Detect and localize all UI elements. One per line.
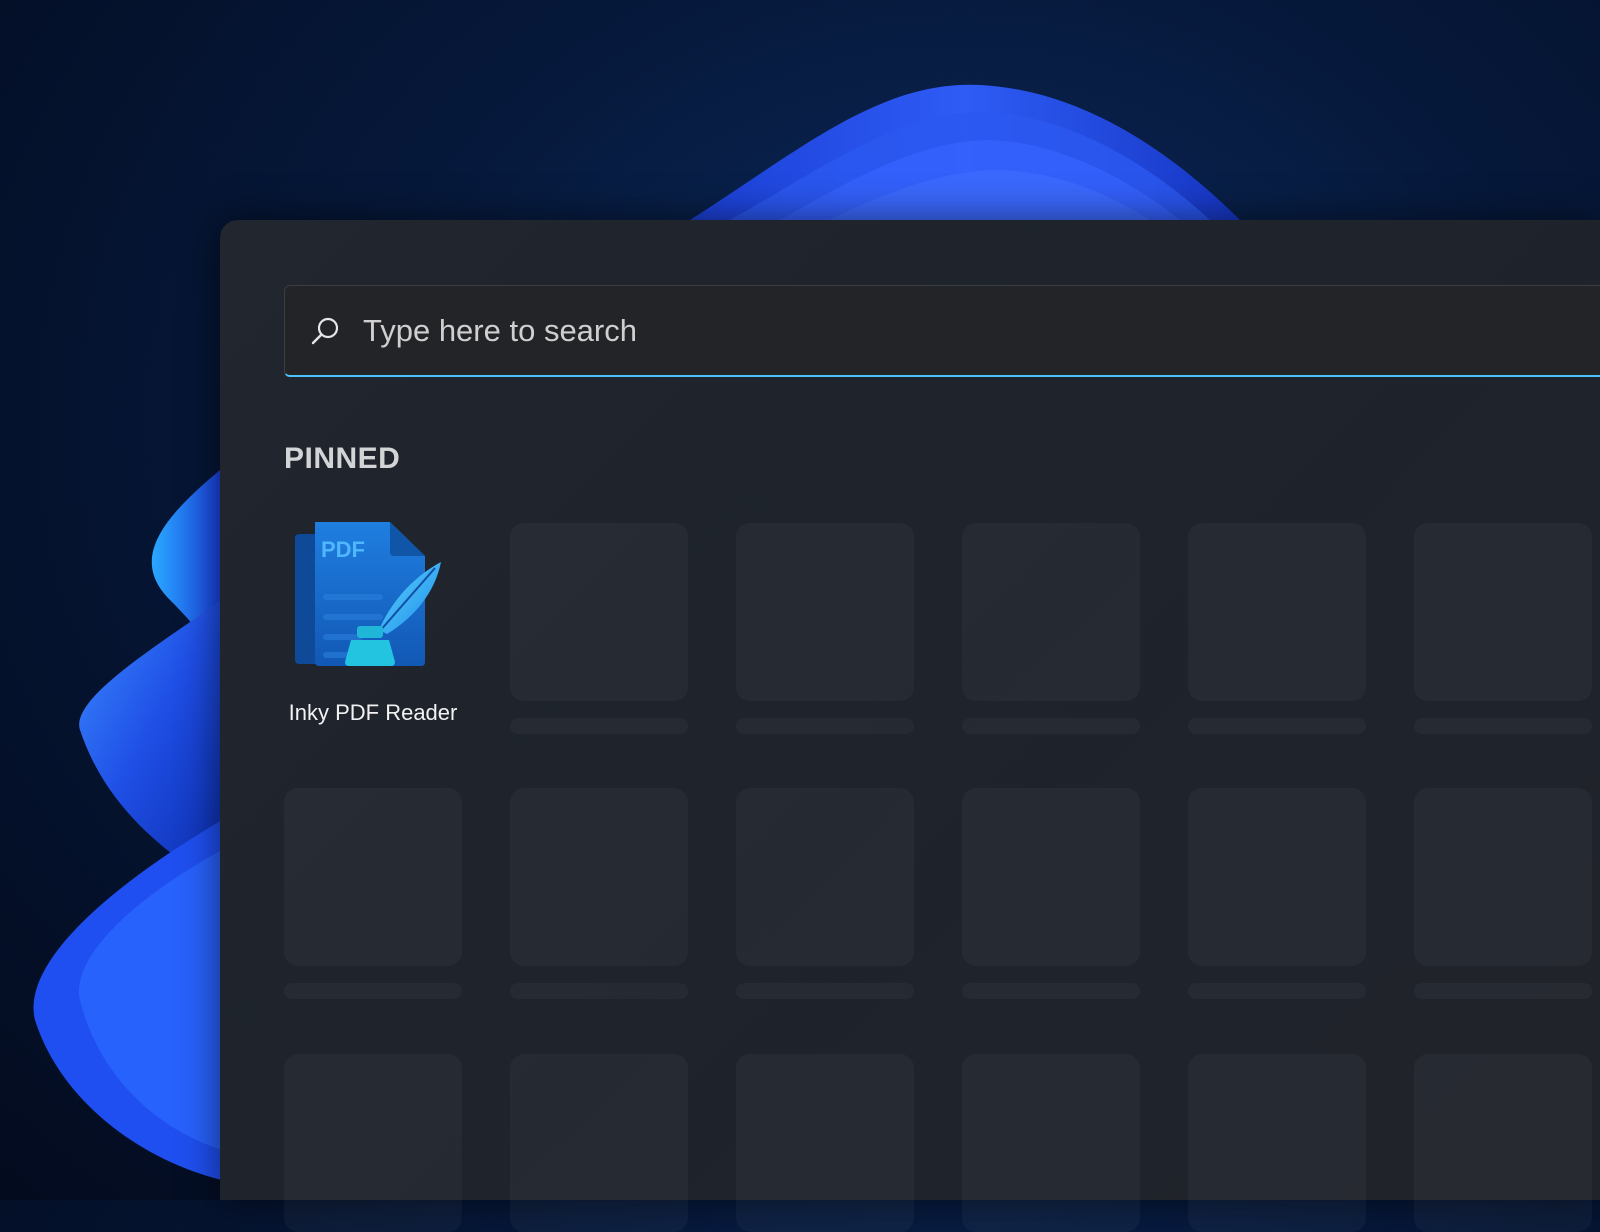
placeholder-label [1414, 983, 1592, 999]
start-menu-panel: PINNED PDF [220, 220, 1600, 1200]
placeholder-tile [736, 788, 914, 966]
pinned-app-label: Inky PDF Reader [288, 700, 458, 725]
placeholder-label [1188, 718, 1366, 734]
placeholder-label [736, 718, 914, 734]
placeholder-tile [284, 1054, 462, 1232]
placeholder-tile [510, 523, 688, 701]
placeholder-label [510, 983, 688, 999]
placeholder-tile [1188, 1054, 1366, 1232]
placeholder-label [284, 983, 462, 999]
placeholder-tile [284, 788, 462, 966]
search-box[interactable] [284, 285, 1600, 377]
pdf-icon-text: PDF [321, 537, 365, 562]
placeholder-label [1188, 983, 1366, 999]
placeholder-label [962, 718, 1140, 734]
pinned-app-tile[interactable]: PDF Inky PDF Reader [284, 522, 462, 762]
placeholder-tile [1414, 523, 1592, 701]
placeholder-tile [1188, 523, 1366, 701]
placeholder-tile [1414, 788, 1592, 966]
placeholder-tile [962, 1054, 1140, 1232]
placeholder-tile [1188, 788, 1366, 966]
placeholder-tile [510, 1054, 688, 1232]
placeholder-tile [962, 523, 1140, 701]
pdf-reader-icon: PDF [295, 522, 441, 666]
placeholder-tile [736, 1054, 914, 1232]
placeholder-label [736, 983, 914, 999]
pinned-heading: PINNED [284, 442, 401, 475]
search-input[interactable] [363, 286, 1563, 376]
placeholder-tile [736, 523, 914, 701]
placeholder-label [962, 983, 1140, 999]
placeholder-label [510, 718, 688, 734]
placeholder-tile [1414, 1054, 1592, 1232]
search-icon [311, 317, 339, 345]
placeholder-label [1414, 718, 1592, 734]
placeholder-tile [962, 788, 1140, 966]
placeholder-tile [510, 788, 688, 966]
